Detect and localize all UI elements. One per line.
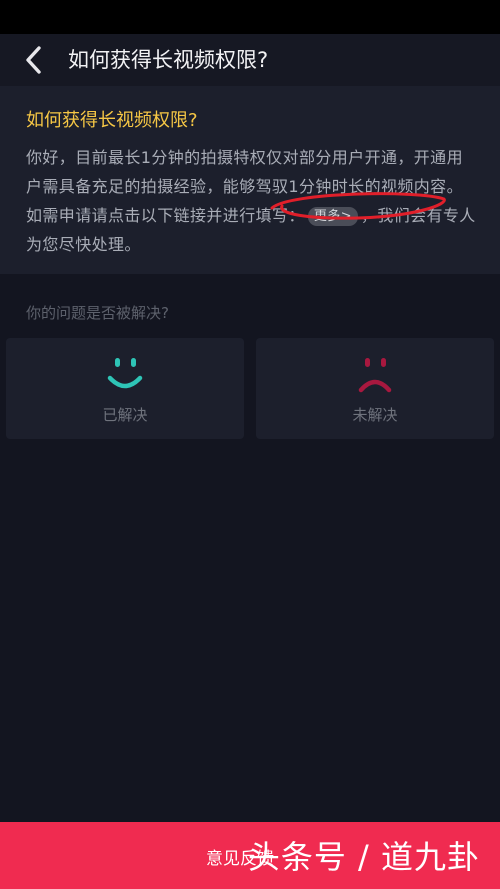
- question-title: 如何获得长视频权限?: [26, 110, 198, 131]
- feedback-question: 你的问题是否被解决?: [26, 304, 169, 322]
- solved-button[interactable]: 已解决: [6, 338, 244, 439]
- chevron-left-icon: [26, 46, 41, 74]
- status-bar: [0, 0, 500, 34]
- watermark-text: 头条号 / 道九卦: [247, 838, 480, 876]
- feedback-bar[interactable]: 意见反馈 头条号 / 道九卦: [0, 822, 500, 889]
- unsolved-button[interactable]: 未解决: [256, 338, 494, 439]
- page-title: 如何获得长视频权限?: [68, 48, 269, 72]
- back-button[interactable]: [20, 42, 50, 78]
- more-link-button[interactable]: 更多>: [307, 207, 358, 226]
- unsolved-label: 未解决: [352, 406, 398, 424]
- smile-face-icon: [107, 358, 143, 389]
- sad-face-icon: [358, 358, 392, 393]
- nav-bar: 如何获得长视频权限?: [0, 34, 500, 86]
- answer-card: 如何获得长视频权限? 你好，目前最长1分钟的拍摄特权仅对部分用户开通，开通用户需…: [0, 86, 500, 274]
- solved-label: 已解决: [102, 406, 148, 424]
- answer-body: 你好，目前最长1分钟的拍摄特权仅对部分用户开通，开通用户需具备充足的拍摄经验，能…: [26, 143, 476, 259]
